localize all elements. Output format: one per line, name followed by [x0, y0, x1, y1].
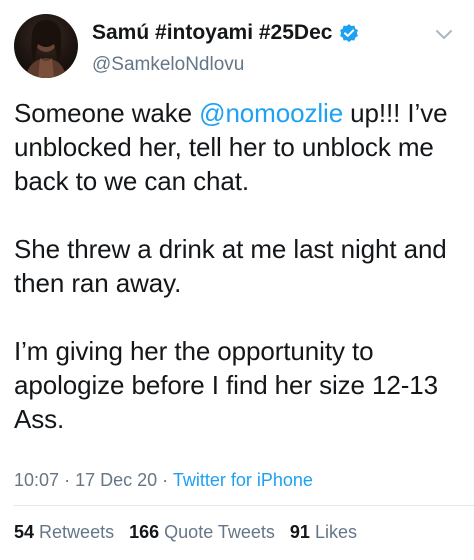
tweet-paragraph-2: She threw a drink at me last night and t… — [14, 234, 447, 298]
verified-badge-icon — [340, 24, 359, 43]
likes-stat[interactable]: 91 Likes — [290, 522, 357, 542]
tweet-stats: 54 Retweets 166 Quote Tweets 91 Likes — [14, 522, 367, 543]
tweet-date[interactable]: 17 Dec 20 — [75, 470, 157, 490]
mention-link[interactable]: @nomoozlie — [199, 98, 343, 128]
retweets-count: 54 — [14, 522, 35, 542]
quote-tweets-label: Quote Tweets — [164, 522, 275, 542]
tweet-meta: 10:07 · 17 Dec 20 · Twitter for iPhone — [14, 470, 313, 491]
likes-count: 91 — [289, 522, 310, 542]
meta-separator: · — [64, 470, 71, 490]
likes-label: Likes — [314, 522, 357, 542]
divider — [14, 505, 474, 506]
quote-tweets-stat[interactable]: 166 Quote Tweets — [129, 522, 275, 542]
display-name[interactable]: Samú #intoyami #25Dec — [92, 21, 332, 45]
chevron-down-icon[interactable] — [432, 22, 456, 46]
tweet-paragraph-3: I’m giving her the opportunity to apolog… — [14, 336, 439, 434]
tweet-text-segment: Someone wake — [14, 98, 200, 128]
tweet-time[interactable]: 10:07 — [14, 470, 59, 490]
avatar[interactable] — [14, 14, 78, 78]
meta-separator: · — [162, 470, 169, 490]
retweets-stat[interactable]: 54 Retweets — [14, 522, 114, 542]
tweet-paragraph-1: Someone wake @nomoozlie up!!! I’ve unblo… — [14, 96, 464, 198]
quote-tweets-count: 166 — [129, 522, 160, 542]
retweets-label: Retweets — [39, 522, 115, 542]
tweet-text: Someone wake @nomoozlie up!!! I’ve unblo… — [14, 96, 464, 436]
tweet-source-link[interactable]: Twitter for iPhone — [173, 470, 313, 490]
profile-photo-icon — [26, 20, 66, 78]
handle[interactable]: @SamkeloNdlovu — [92, 54, 422, 76]
